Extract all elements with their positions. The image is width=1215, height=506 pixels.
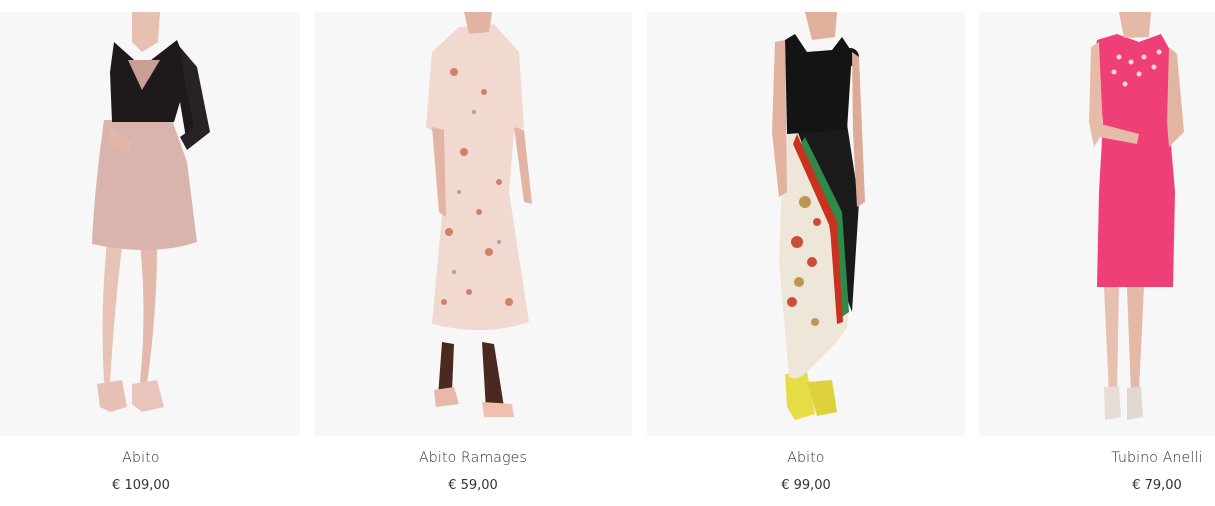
product-name[interactable]: Abito (647, 450, 965, 466)
product-image[interactable] (647, 12, 965, 436)
product-card[interactable]: Abito € 99,00 (647, 12, 965, 502)
product-name[interactable]: Abito (0, 450, 300, 466)
product-price: € 59,00 (448, 478, 498, 493)
product-image[interactable] (0, 12, 300, 436)
product-image[interactable] (979, 12, 1215, 436)
product-price: € 109,00 (112, 478, 170, 493)
product-price: € 79,00 (1132, 478, 1182, 493)
product-grid: Abito € 109,00 Abito Ramages € 59,00 Abi… (0, 0, 1215, 506)
product-card[interactable]: Abito Ramages € 59,00 (314, 12, 632, 502)
product-name[interactable]: Abito Ramages (314, 450, 632, 466)
product-name[interactable]: Tubino Anelli (1059, 450, 1215, 466)
product-image[interactable] (314, 12, 632, 436)
product-card[interactable]: Abito € 109,00 (0, 12, 300, 502)
product-price: € 99,00 (781, 478, 831, 493)
product-card[interactable]: Tubino Anelli € 79,00 (979, 12, 1215, 502)
